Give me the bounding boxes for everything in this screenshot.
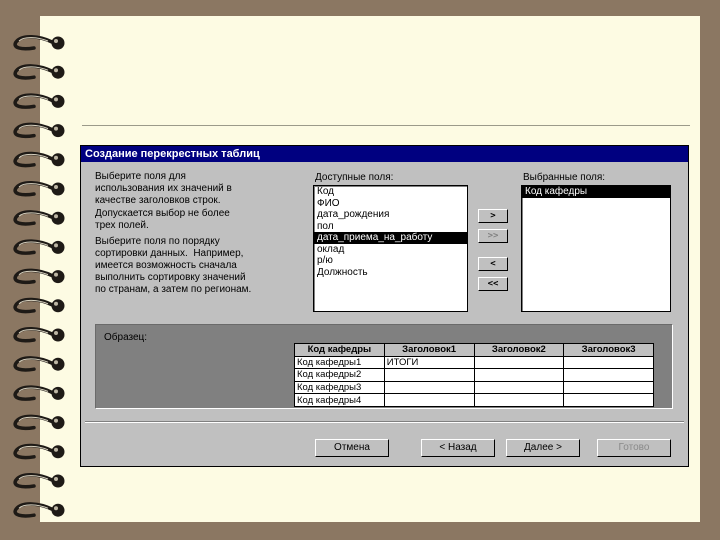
sample-row: Код кафедры1 ИТОГИ bbox=[294, 355, 654, 370]
spiral-ring bbox=[13, 473, 65, 489]
spiral-ring bbox=[13, 181, 65, 197]
sample-table: Код кафедры Заголовок1 Заголовок2 Заголовок… bbox=[294, 343, 654, 407]
sample-header-row: Код кафедры Заголовок1 Заголовок2 Заголовок… bbox=[294, 343, 654, 357]
spiral-ring bbox=[13, 356, 65, 372]
available-fields-list[interactable]: Код ФИО дата_рождения пол дата_приема_на_раб… bbox=[313, 185, 468, 312]
sample-cell bbox=[383, 380, 475, 395]
spiral-ring bbox=[13, 297, 65, 314]
sample-header-cell: Заголовок2 bbox=[473, 343, 565, 357]
cancel-button[interactable]: Отмена bbox=[315, 439, 389, 457]
add-field-button[interactable]: > bbox=[478, 209, 508, 223]
sample-cell: Код кафедры2 bbox=[294, 368, 385, 382]
spiral-ring bbox=[13, 502, 65, 518]
selected-fields-label: Выбранные поля: bbox=[523, 172, 606, 183]
dialog-title: Создание перекрестных таблиц bbox=[81, 146, 688, 162]
sample-cell bbox=[473, 393, 565, 407]
available-fields-label: Доступные поля: bbox=[315, 172, 394, 183]
available-field-item[interactable]: пол bbox=[314, 221, 467, 233]
selected-field-item[interactable]: Код кафедры bbox=[522, 186, 670, 198]
sample-header-cell: Заголовок3 bbox=[563, 343, 654, 357]
available-field-item[interactable]: дата_рождения bbox=[314, 209, 467, 221]
page-rule-line bbox=[82, 125, 690, 126]
sample-row: Код кафедры3 bbox=[294, 380, 654, 395]
sample-cell: Код кафедры4 bbox=[294, 393, 385, 407]
spiral-ring bbox=[13, 239, 65, 255]
sample-cell bbox=[383, 368, 475, 382]
remove-field-button[interactable]: < bbox=[478, 257, 508, 271]
instruction-text-3: Выберите поля по порядку сортировки данн… bbox=[95, 236, 252, 295]
sample-row: Код кафедры4 bbox=[294, 393, 654, 407]
sample-panel: Образец: Код кафедры Заголовок1 Заголовок2… bbox=[95, 324, 673, 409]
sample-cell bbox=[563, 380, 654, 395]
instruction-text-2: Допускается выбор не более трех полей. bbox=[95, 208, 230, 231]
spiral-ring bbox=[13, 35, 65, 51]
sample-cell bbox=[383, 393, 475, 407]
spiral-ring bbox=[13, 210, 65, 226]
spiral-ring bbox=[13, 327, 65, 343]
available-field-item[interactable]: оклад bbox=[314, 244, 467, 256]
sample-cell bbox=[563, 368, 654, 382]
sample-cell: Код кафедры1 bbox=[294, 355, 385, 370]
sample-header-cell: Заголовок1 bbox=[383, 343, 475, 357]
available-field-item[interactable]: ФИО bbox=[314, 198, 467, 210]
available-field-item[interactable]: р/ю bbox=[314, 255, 467, 267]
available-field-item[interactable]: Должность bbox=[314, 267, 467, 279]
sample-cell bbox=[473, 355, 565, 370]
spiral-ring bbox=[13, 122, 65, 139]
selected-fields-list[interactable]: Код кафедры bbox=[521, 185, 671, 312]
sample-row: Код кафедры2 bbox=[294, 368, 654, 382]
spiral-ring bbox=[13, 151, 65, 168]
spiral-binding bbox=[13, 35, 65, 518]
available-field-item[interactable]: дата_приема_на_работу bbox=[314, 232, 467, 244]
available-field-item[interactable]: Код bbox=[314, 186, 467, 198]
back-button[interactable]: < Назад bbox=[421, 439, 495, 457]
sample-label: Образец: bbox=[104, 332, 148, 343]
spiral-ring bbox=[13, 93, 65, 109]
sample-cell bbox=[563, 393, 654, 407]
sample-cell bbox=[473, 380, 565, 395]
spiral-ring bbox=[13, 414, 65, 431]
remove-all-fields-button[interactable]: << bbox=[478, 277, 508, 291]
sample-cell: Код кафедры3 bbox=[294, 380, 385, 395]
add-all-fields-button[interactable]: >> bbox=[478, 229, 508, 243]
spiral-ring bbox=[13, 268, 65, 285]
sample-cell bbox=[473, 368, 565, 382]
sample-header-cell: Код кафедры bbox=[294, 343, 385, 357]
next-button[interactable]: Далее > bbox=[506, 439, 580, 457]
button-separator bbox=[85, 421, 684, 423]
instruction-text-1: Выберите поля для использования их значе… bbox=[95, 171, 232, 206]
finish-button[interactable]: Готово bbox=[597, 439, 671, 457]
spiral-ring bbox=[13, 64, 65, 80]
spiral-ring bbox=[13, 443, 65, 460]
spiral-ring bbox=[13, 385, 65, 401]
crosstab-wizard-dialog: Создание перекрестных таблиц Выберите по… bbox=[80, 145, 689, 467]
sample-cell bbox=[563, 355, 654, 370]
sample-cell: ИТОГИ bbox=[383, 355, 475, 370]
